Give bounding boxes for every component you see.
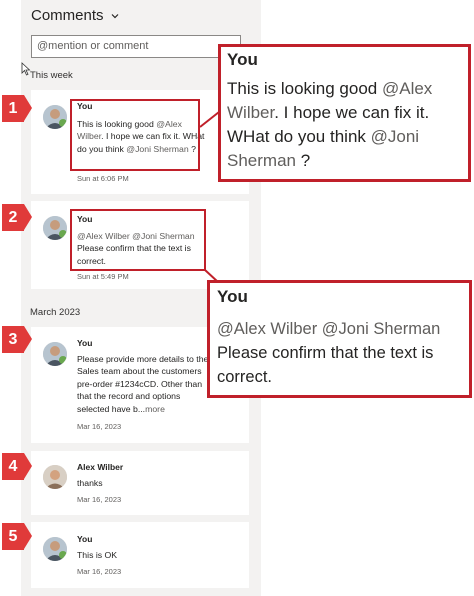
mouse-cursor-icon — [21, 62, 31, 76]
comment-text: This is OK — [77, 550, 118, 560]
avatar — [43, 342, 67, 366]
comment-timestamp: Mar 16, 2023 — [77, 495, 122, 504]
comment-text: Please provide more details to the Sales… — [77, 354, 209, 414]
zoom-author: You — [217, 287, 248, 306]
avatar — [43, 537, 67, 561]
avatar — [43, 465, 67, 489]
comment-author: You — [77, 338, 93, 348]
step-badge-1: 1 — [2, 95, 32, 122]
highlight-box — [70, 209, 206, 271]
step-badge-5: 5 — [2, 523, 32, 550]
panel-title: Comments — [31, 7, 104, 24]
highlight-box — [70, 99, 200, 171]
zoom-comment-text: @Alex Wilber @Joni Sherman Please confirm… — [217, 320, 441, 386]
comment-timestamp: Mar 16, 2023 — [77, 422, 122, 431]
avatar — [43, 105, 67, 129]
comment-author: You — [77, 534, 93, 544]
comment-timestamp: Mar 16, 2023 — [77, 567, 122, 576]
step-badge-3: 3 — [2, 326, 32, 353]
step-badge-2: 2 — [2, 204, 32, 231]
zoom-callout-1: You This is looking good @Alex Wilber. I… — [218, 44, 471, 182]
comment-author: Alex Wilber — [77, 462, 124, 472]
zoom-callout-2: You @Alex Wilber @Joni Sherman Please con… — [207, 280, 472, 398]
more-link[interactable]: more — [145, 404, 165, 414]
zoom-comment-text: This is looking good @Alex Wilber. I hop… — [227, 79, 433, 170]
comment-input[interactable]: @mention or comment — [31, 35, 241, 58]
comment-card[interactable]: Alex Wilber thanks Mar 16, 2023 — [31, 451, 249, 515]
section-label-this-week: This week — [30, 70, 73, 81]
step-badge-4: 4 — [2, 453, 32, 480]
zoom-author: You — [227, 50, 258, 69]
comment-timestamp: Sun at 5:49 PM — [77, 272, 129, 281]
chevron-down-icon — [111, 13, 118, 18]
avatar — [43, 216, 67, 240]
comment-timestamp: Sun at 6:06 PM — [77, 174, 129, 183]
comments-header[interactable]: Comments — [31, 7, 120, 24]
section-label-march-2023: March 2023 — [30, 307, 81, 318]
comment-card[interactable]: You This is OK Mar 16, 2023 — [31, 522, 249, 588]
comment-text: thanks — [77, 478, 103, 488]
